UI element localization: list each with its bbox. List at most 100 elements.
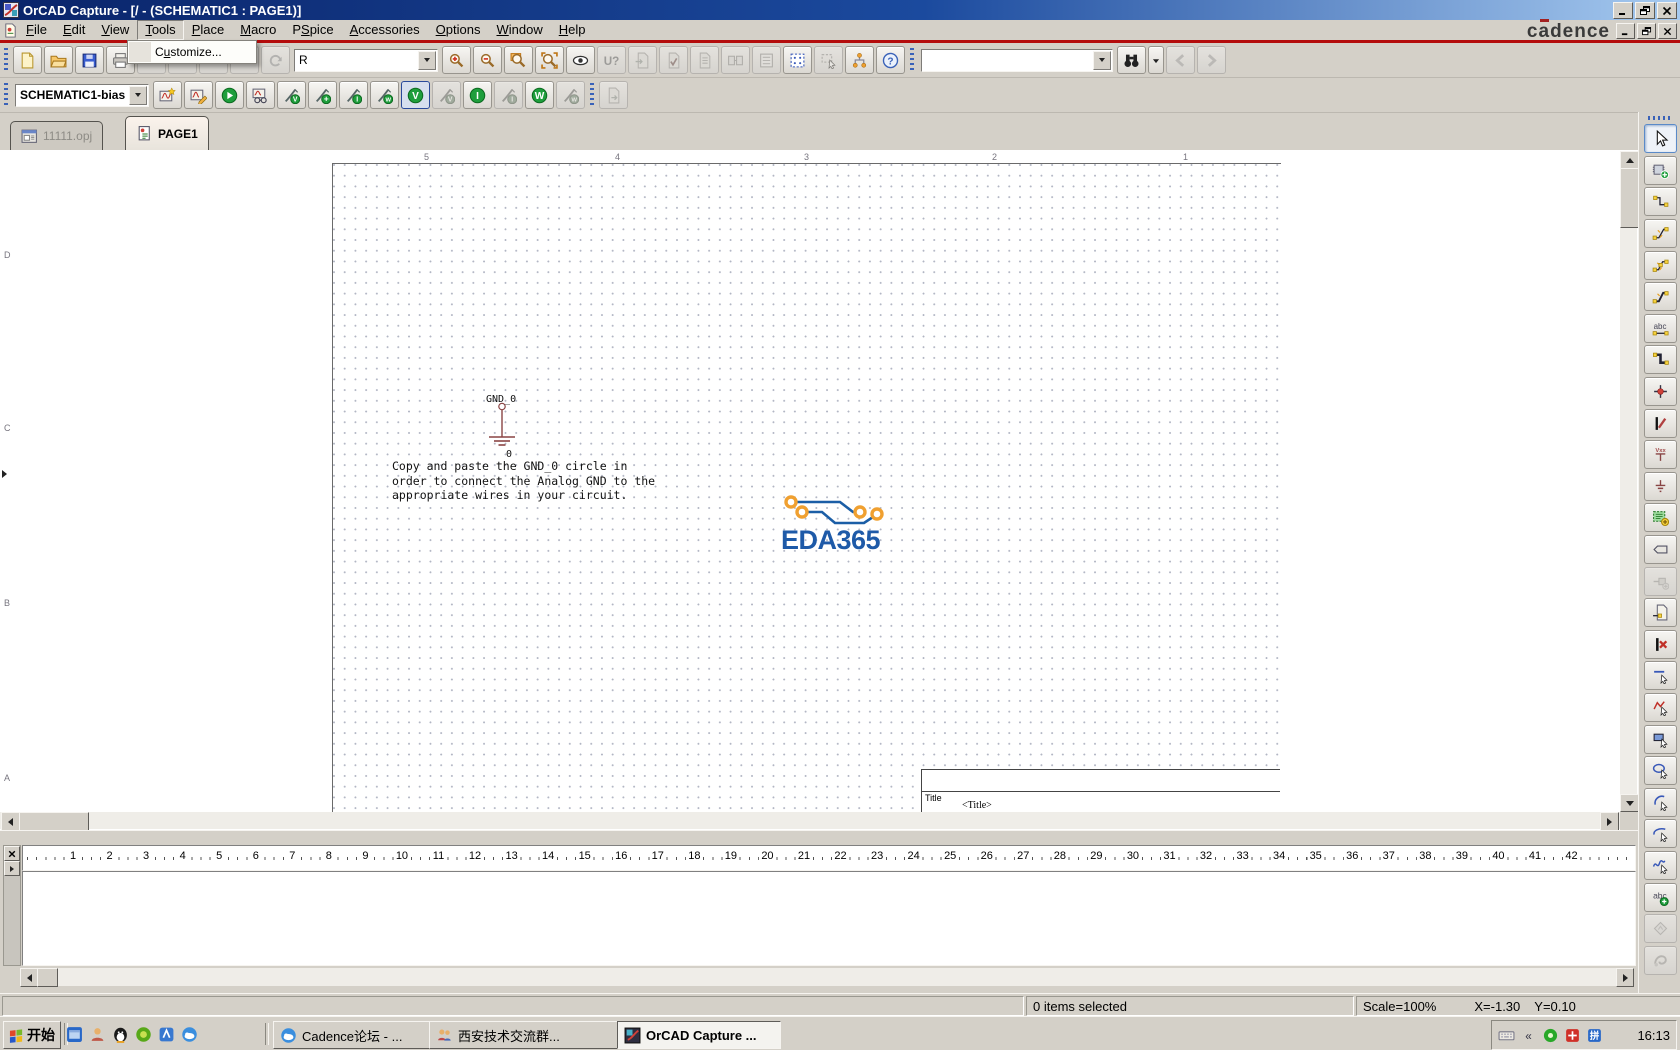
canvas-vertical-scrollbar[interactable] — [1620, 151, 1637, 812]
place-ole-object-button[interactable] — [1644, 946, 1677, 975]
current-marker-button[interactable]: I — [339, 81, 368, 109]
tray-keyboard[interactable] — [1498, 1027, 1515, 1044]
tab-11111-opj[interactable]: 11111.opj — [10, 121, 103, 150]
toggle-voltage-display-button[interactable]: V — [432, 81, 461, 109]
run-pspice-button[interactable] — [215, 81, 244, 109]
area-select-button[interactable] — [814, 46, 843, 74]
panel-scroll-thumb[interactable] — [37, 968, 58, 987]
navigate-back-button[interactable] — [1166, 46, 1195, 74]
menu-tools[interactable]: Tools — [137, 20, 183, 40]
enable-bias-current-button[interactable]: I — [463, 81, 492, 109]
session-log-content[interactable] — [22, 871, 1636, 966]
quicklaunch-blue-app[interactable] — [158, 1026, 175, 1043]
title-block-value[interactable]: <Title> — [962, 800, 992, 811]
quicklaunch-qq[interactable] — [112, 1026, 129, 1043]
help-button[interactable]: ? — [876, 46, 905, 74]
view-simulation-output-button[interactable] — [599, 81, 628, 109]
search-combo-dropdown[interactable] — [1093, 51, 1111, 70]
part-combo-dropdown[interactable] — [418, 51, 436, 70]
minimize-button[interactable] — [1613, 2, 1633, 19]
annotate-button[interactable]: U? — [597, 46, 626, 74]
auto-wire-two-points-button[interactable] — [1644, 219, 1677, 248]
toolbar-grip[interactable] — [590, 83, 594, 107]
voltage-differential-marker-button[interactable]: + — [308, 81, 337, 109]
toolbar-grip[interactable] — [4, 83, 8, 107]
power-marker-button[interactable]: W — [370, 81, 399, 109]
edit-simulation-profile-button[interactable] — [184, 81, 213, 109]
taskbar-task-3[interactable]: OrCAD Capture ... — [617, 1021, 781, 1049]
mdi-close-button[interactable] — [1658, 23, 1677, 39]
auto-wire-multi-points-button[interactable] — [1644, 251, 1677, 280]
panel-scroll-left-button[interactable] — [20, 968, 38, 987]
close-panel-icon[interactable] — [4, 846, 20, 861]
enable-bias-voltage-button[interactable]: V — [401, 81, 430, 109]
quicklaunch-green-app[interactable] — [135, 1026, 152, 1043]
ground-symbol[interactable]: GND_0 0 — [465, 385, 545, 465]
menu-view[interactable]: View — [93, 20, 137, 40]
toolbar-grip[interactable] — [4, 48, 8, 72]
cross-reference-button[interactable] — [721, 46, 750, 74]
place-part-button[interactable] — [1644, 156, 1677, 185]
place-ground-button[interactable] — [1644, 472, 1677, 501]
part-combo[interactable]: R — [294, 49, 438, 72]
redo-button[interactable] — [261, 46, 290, 74]
place-arc-button[interactable] — [1644, 788, 1677, 817]
select-tool-button[interactable] — [1644, 124, 1677, 153]
menu-macro[interactable]: Macro — [232, 20, 284, 40]
scroll-left-button[interactable] — [1, 812, 20, 831]
voltage-level-marker-button[interactable]: V — [277, 81, 306, 109]
place-hierarchical-pin-button[interactable] — [1644, 567, 1677, 596]
menu-window[interactable]: Window — [488, 20, 550, 40]
place-text-button[interactable]: abc — [1644, 883, 1677, 912]
menu-help[interactable]: Help — [551, 20, 594, 40]
place-ellipse-button[interactable] — [1644, 756, 1677, 785]
toggle-current-display-button[interactable]: I — [494, 81, 523, 109]
panel-scroll-icon[interactable] — [4, 861, 20, 876]
snap-to-grid-button[interactable] — [783, 46, 812, 74]
place-bezier-button[interactable] — [1644, 851, 1677, 880]
close-button[interactable] — [1657, 2, 1677, 19]
search-combo[interactable] — [921, 49, 1113, 72]
place-hierarchical-block-button[interactable] — [1644, 503, 1677, 532]
tray-blue-app[interactable]: 拼 — [1586, 1027, 1603, 1044]
place-wire-button[interactable] — [1644, 187, 1677, 216]
new-document-button[interactable] — [13, 46, 42, 74]
taskbar-task-1[interactable]: Cadence论坛 - ... — [273, 1021, 437, 1049]
place-power-button[interactable]: Vxx — [1644, 440, 1677, 469]
taskbar-task-2[interactable]: 西安技术交流群... — [429, 1021, 625, 1049]
menu-accessories[interactable]: Accessories — [342, 20, 428, 40]
save-document-button[interactable] — [75, 46, 104, 74]
place-polyline-button[interactable] — [1644, 693, 1677, 722]
zoom-out-button[interactable] — [473, 46, 502, 74]
tab-page1[interactable]: PAGE1 — [125, 116, 209, 150]
mdi-minimize-button[interactable] — [1616, 23, 1635, 39]
enable-bias-power-button[interactable]: W — [525, 81, 554, 109]
view-hierarchy-button[interactable] — [845, 46, 874, 74]
auto-wire-to-bus-button[interactable] — [1644, 282, 1677, 311]
tray-green-app[interactable] — [1542, 1027, 1559, 1044]
toolbar-grip[interactable] — [910, 48, 914, 72]
place-net-alias-button[interactable]: abc — [1644, 314, 1677, 343]
create-netlist-button[interactable] — [690, 46, 719, 74]
place-rectangle-button[interactable] — [1644, 725, 1677, 754]
restore-button[interactable] — [1635, 2, 1655, 19]
canvas-horizontal-scrollbar[interactable] — [0, 812, 1620, 829]
search-button[interactable] — [1117, 46, 1146, 74]
back-annotate-button[interactable] — [628, 46, 657, 74]
vertical-scroll-thumb[interactable] — [1620, 168, 1639, 228]
scroll-down-button[interactable] — [1620, 794, 1639, 812]
place-bus-button[interactable] — [1644, 345, 1677, 374]
zoom-all-button[interactable] — [535, 46, 564, 74]
quicklaunch-ie[interactable] — [66, 1026, 83, 1043]
simulation-profile-combo[interactable]: SCHEMATIC1-bias — [15, 84, 149, 107]
palette-grip[interactable] — [1648, 116, 1672, 120]
tray-red-app[interactable] — [1564, 1027, 1581, 1044]
menu-pspice[interactable]: PSpice — [284, 20, 341, 40]
menu-file[interactable]: File — [18, 20, 55, 40]
menu-options[interactable]: Options — [428, 20, 489, 40]
place-elliptical-arc-button[interactable] — [1644, 819, 1677, 848]
new-simulation-profile-button[interactable] — [153, 81, 182, 109]
start-button[interactable]: 开始 — [3, 1021, 61, 1049]
search-options-dropdown[interactable] — [1148, 46, 1164, 74]
place-line-button[interactable] — [1644, 661, 1677, 690]
